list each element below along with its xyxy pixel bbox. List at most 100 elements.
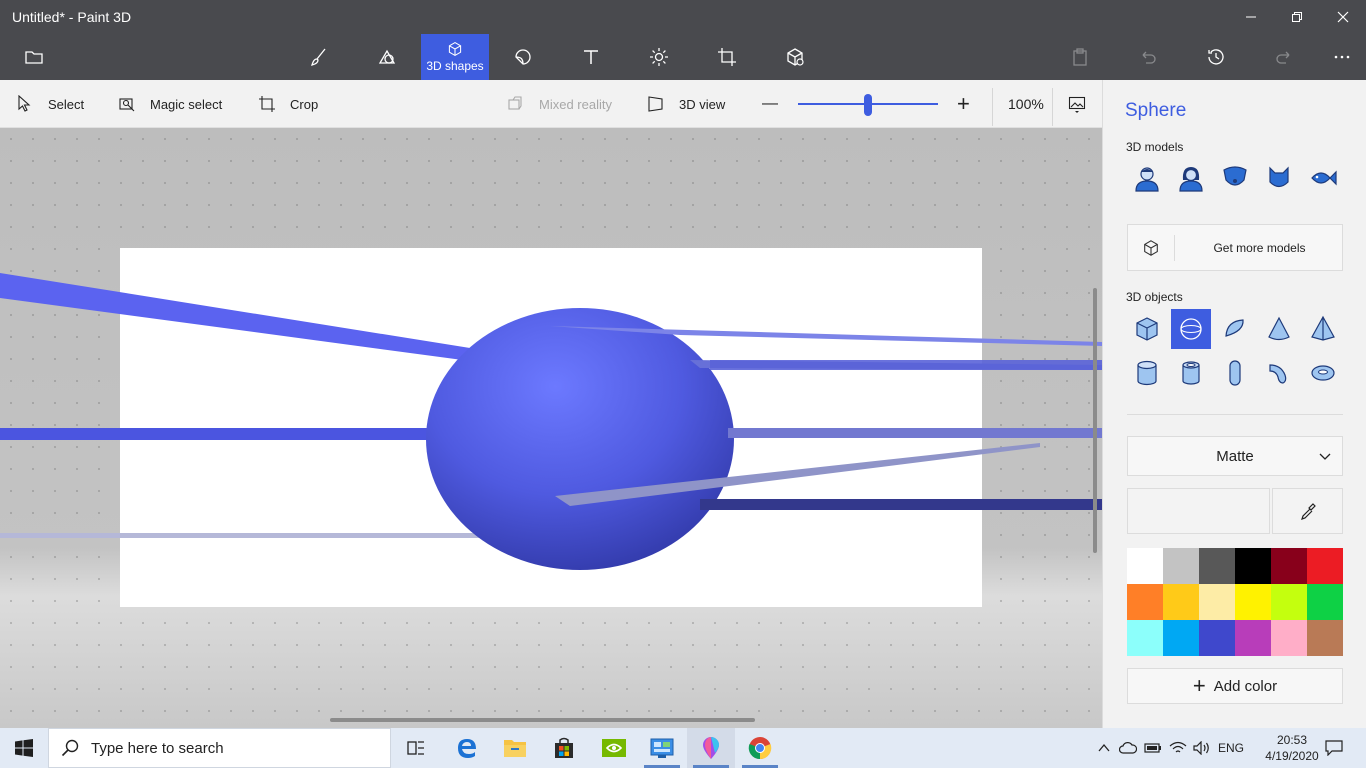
minimize-button[interactable]	[1228, 0, 1274, 34]
object-torus[interactable]	[1303, 353, 1343, 393]
nvidia-button[interactable]	[590, 728, 638, 768]
zoom-in-button[interactable]: +	[957, 80, 970, 128]
get-more-models-button[interactable]: Get more models	[1127, 224, 1343, 271]
tool-brushes[interactable]	[285, 34, 353, 80]
ribbon-shape[interactable]	[0, 273, 470, 361]
eyedropper-button[interactable]	[1272, 488, 1343, 534]
cube-icon	[448, 42, 462, 56]
tool-2d-shapes[interactable]	[353, 34, 421, 80]
battery-tray[interactable]	[1142, 728, 1164, 768]
object-cube[interactable]	[1127, 309, 1167, 349]
magic-select-button[interactable]: Magic select	[118, 80, 222, 128]
object-hemisphere[interactable]	[1215, 309, 1255, 349]
color-swatch[interactable]	[1127, 584, 1163, 620]
chrome-button[interactable]	[736, 728, 784, 768]
tool-canvas[interactable]	[693, 34, 761, 80]
current-color-swatch[interactable]	[1127, 488, 1270, 534]
view-options-button[interactable]	[1068, 80, 1086, 128]
color-swatch[interactable]	[1235, 620, 1271, 656]
eyedropper-icon	[1300, 503, 1316, 520]
model-man[interactable]	[1127, 158, 1167, 198]
tool-3d-shapes[interactable]: 3D shapes	[421, 34, 489, 80]
tool-stickers[interactable]	[489, 34, 557, 80]
object-curved-tube[interactable]	[1259, 353, 1299, 393]
menu-button[interactable]	[0, 34, 68, 80]
color-swatch[interactable]	[1235, 548, 1271, 584]
horizontal-scrollbar[interactable]	[330, 718, 755, 722]
restore-icon	[1292, 12, 1302, 22]
color-swatch[interactable]	[1271, 548, 1307, 584]
object-pyramid[interactable]	[1303, 309, 1343, 349]
object-capsule[interactable]	[1215, 353, 1255, 393]
taskbar-search-box[interactable]: Type here to search	[48, 728, 391, 768]
color-swatch[interactable]	[1271, 620, 1307, 656]
network-tray[interactable]	[1166, 728, 1190, 768]
zoom-slider-thumb[interactable]	[864, 94, 872, 116]
canvas-workspace[interactable]	[0, 128, 1102, 728]
material-dropdown[interactable]: Matte	[1127, 436, 1343, 476]
undo-button[interactable]	[1114, 34, 1182, 80]
notifications-button[interactable]	[1320, 728, 1348, 768]
edge-button[interactable]	[443, 728, 491, 768]
sphere-object[interactable]	[426, 308, 734, 570]
close-button[interactable]	[1320, 0, 1366, 34]
history-button[interactable]	[1182, 34, 1250, 80]
minimize-icon	[1246, 16, 1256, 18]
tool-text[interactable]	[557, 34, 625, 80]
color-swatch[interactable]	[1199, 620, 1235, 656]
object-sphere[interactable]	[1171, 309, 1211, 349]
model-fish[interactable]	[1303, 158, 1343, 198]
object-cylinder[interactable]	[1127, 353, 1167, 393]
zoom-out-button[interactable]: —	[762, 80, 778, 128]
onedrive-tray[interactable]	[1116, 728, 1140, 768]
file-explorer-button[interactable]	[491, 728, 539, 768]
window-title: Untitled* - Paint 3D	[12, 9, 132, 25]
3d-scene[interactable]	[0, 128, 1102, 728]
paint3d-button[interactable]	[687, 728, 735, 768]
start-button[interactable]	[0, 728, 48, 768]
color-swatch[interactable]	[1307, 548, 1343, 584]
vertical-scrollbar[interactable]	[1093, 288, 1097, 553]
color-swatch[interactable]	[1235, 584, 1271, 620]
volume-tray[interactable]	[1190, 728, 1214, 768]
paste-button[interactable]	[1046, 34, 1114, 80]
ribbon-shape[interactable]	[728, 428, 1102, 438]
ribbon-shape[interactable]	[710, 360, 1102, 370]
color-swatch[interactable]	[1127, 620, 1163, 656]
tool-3d-library[interactable]	[761, 34, 829, 80]
3d-view-button[interactable]: 3D view	[647, 80, 725, 128]
task-view-button[interactable]	[392, 728, 440, 768]
color-swatch[interactable]	[1199, 584, 1235, 620]
show-hidden-icons-button[interactable]	[1094, 728, 1114, 768]
tool-effects[interactable]	[625, 34, 693, 80]
clock[interactable]: 20:53 4/19/2020	[1262, 732, 1322, 764]
restore-button[interactable]	[1274, 0, 1320, 34]
ribbon-shape[interactable]	[700, 499, 1102, 510]
cloud-icon	[1119, 742, 1137, 754]
color-swatch[interactable]	[1163, 620, 1199, 656]
get-more-models-label: Get more models	[1213, 240, 1306, 255]
ribbon-shape[interactable]	[0, 533, 480, 538]
color-swatch[interactable]	[1127, 548, 1163, 584]
zoom-percent[interactable]: 100%	[1008, 80, 1044, 128]
store-button[interactable]	[540, 728, 588, 768]
object-tube[interactable]	[1171, 353, 1211, 393]
crop-button[interactable]: Crop	[258, 80, 318, 128]
color-swatch[interactable]	[1199, 548, 1235, 584]
color-swatch[interactable]	[1163, 548, 1199, 584]
model-dog[interactable]	[1215, 158, 1255, 198]
language-indicator[interactable]: ENG	[1214, 728, 1248, 768]
ribbon-shape[interactable]	[0, 428, 440, 440]
model-cat[interactable]	[1259, 158, 1299, 198]
color-swatch[interactable]	[1271, 584, 1307, 620]
control-panel-button[interactable]	[638, 728, 686, 768]
color-swatch[interactable]	[1307, 620, 1343, 656]
add-color-button[interactable]: + Add color	[1127, 668, 1343, 704]
color-swatch[interactable]	[1163, 584, 1199, 620]
more-button[interactable]	[1308, 34, 1366, 80]
select-button[interactable]: Select	[16, 80, 84, 128]
mixed-reality-button[interactable]: Mixed reality	[507, 80, 612, 128]
color-swatch[interactable]	[1307, 584, 1343, 620]
object-cone[interactable]	[1259, 309, 1299, 349]
model-woman[interactable]	[1171, 158, 1211, 198]
